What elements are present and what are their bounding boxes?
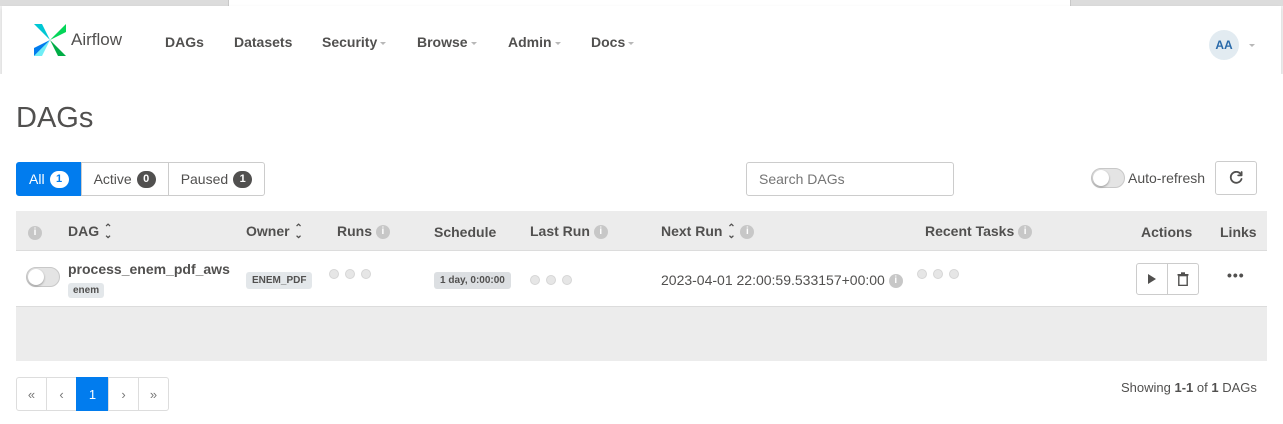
links-menu-button[interactable]: ••• [1227, 267, 1245, 283]
chevron-down-icon [554, 41, 561, 45]
filter-active-count: 0 [136, 170, 156, 188]
last-run-dot [546, 275, 556, 285]
column-header-actions: Actions [1141, 224, 1193, 240]
page-first-button[interactable]: « [16, 377, 47, 411]
chevron-down-icon [380, 41, 387, 45]
auto-refresh-label: Auto-refresh [1128, 170, 1206, 186]
dags-table: i DAG ⌃ ⌄ Owner ⌃ ⌄ Runs i Schedule Last Run… [16, 211, 1267, 361]
column-header-last-run: Last Run i [530, 223, 608, 240]
page-next-button[interactable]: › [108, 377, 139, 411]
nav-dags[interactable]: DAGs [165, 34, 204, 50]
page-title: DAGs [16, 102, 94, 134]
navbar: Airflow DAGs Datasets Security Browse Ad… [2, 6, 1281, 74]
brand-name: Airflow [71, 30, 123, 49]
schedule-badge[interactable]: 1 day, 0:00:00 [434, 272, 511, 289]
dag-pause-toggle[interactable] [26, 267, 60, 287]
run-state-dot[interactable] [329, 269, 339, 279]
filter-active-button[interactable]: Active 0 [80, 162, 169, 196]
search-dags-input[interactable] [746, 162, 954, 196]
info-icon[interactable]: i [28, 226, 42, 241]
nav-docs[interactable]: Docs [591, 34, 635, 50]
refresh-icon [1229, 171, 1243, 184]
auto-refresh-toggle[interactable] [1091, 168, 1125, 188]
info-icon[interactable]: i [740, 225, 755, 240]
info-icon[interactable]: i [375, 225, 390, 240]
info-icon[interactable]: i [888, 274, 903, 289]
sort-icon[interactable]: ⌃ ⌄ [726, 224, 736, 241]
refresh-button[interactable] [1215, 161, 1257, 195]
nav-datasets[interactable]: Datasets [234, 34, 292, 50]
task-state-dot[interactable] [917, 269, 927, 279]
column-header-dag[interactable]: DAG ⌃ ⌄ [68, 223, 113, 241]
page-prev-button[interactable]: ‹ [46, 377, 77, 411]
column-header-next-run[interactable]: Next Run ⌃ ⌄ i [661, 223, 755, 241]
trash-icon [1177, 272, 1189, 286]
page-current-button[interactable]: 1 [76, 377, 109, 411]
task-state-dot[interactable] [933, 269, 943, 279]
last-run-dot [530, 275, 540, 285]
task-state-dot[interactable] [949, 269, 959, 279]
table-header: i DAG ⌃ ⌄ Owner ⌃ ⌄ Runs i Schedule Last Run… [16, 211, 1267, 251]
dag-link[interactable]: process_enem_pdf_aws [68, 261, 230, 277]
run-state-dot[interactable] [345, 269, 355, 279]
nav-admin[interactable]: Admin [508, 34, 561, 50]
airflow-logo-icon [34, 24, 66, 56]
dag-tag[interactable]: enem [68, 283, 105, 298]
page-last-button[interactable]: » [138, 377, 169, 411]
info-icon[interactable]: i [1018, 225, 1033, 240]
filter-active-label: Active [93, 171, 132, 187]
table-row: process_enem_pdf_aws enem ENEM_PDF 1 day… [16, 251, 1267, 307]
nav-security[interactable]: Security [322, 34, 387, 50]
column-header-links: Links [1220, 224, 1257, 240]
nav-browse[interactable]: Browse [417, 34, 477, 50]
column-header-schedule: Schedule [434, 224, 497, 240]
column-header-runs: Runs i [337, 223, 390, 240]
filter-paused-label: Paused [180, 171, 229, 187]
filter-paused-button[interactable]: Paused 1 [167, 162, 266, 196]
filter-paused-count: 1 [233, 170, 253, 188]
chevron-down-icon [628, 41, 635, 45]
last-run-dot [562, 275, 572, 285]
trigger-dag-button[interactable] [1136, 263, 1168, 295]
run-state-dot[interactable] [361, 269, 371, 279]
filter-all-label: All [29, 171, 45, 187]
status-filter-group: All 1 Active 0 Paused 1 [16, 162, 266, 196]
delete-dag-button[interactable] [1167, 263, 1199, 295]
chevron-down-icon [470, 41, 477, 45]
filter-all-count: 1 [49, 170, 69, 188]
info-icon[interactable]: i [593, 225, 608, 240]
play-icon [1148, 274, 1156, 284]
sort-icon[interactable]: ⌃ ⌄ [294, 224, 304, 241]
next-run-value: 2023-04-01 22:00:59.533157+00:00 i [661, 272, 903, 289]
sort-icon[interactable]: ⌃ ⌄ [103, 224, 113, 241]
pagination: « ‹ 1 › » [16, 377, 169, 411]
owner-badge[interactable]: ENEM_PDF [246, 272, 313, 289]
brand[interactable]: Airflow [30, 20, 122, 60]
column-header-owner[interactable]: Owner ⌃ ⌄ [246, 223, 304, 241]
main-content: DAGs All 1 Active 0 Paused 1 Auto-refres… [0, 74, 1283, 424]
filter-all-button[interactable]: All 1 [16, 162, 82, 196]
user-menu-chevron-icon[interactable] [1249, 44, 1255, 47]
showing-count: Showing 1-1 of 1 DAGs [1121, 380, 1257, 395]
user-avatar[interactable]: AA [1209, 30, 1239, 60]
column-header-recent-tasks: Recent Tasks i [925, 223, 1033, 240]
